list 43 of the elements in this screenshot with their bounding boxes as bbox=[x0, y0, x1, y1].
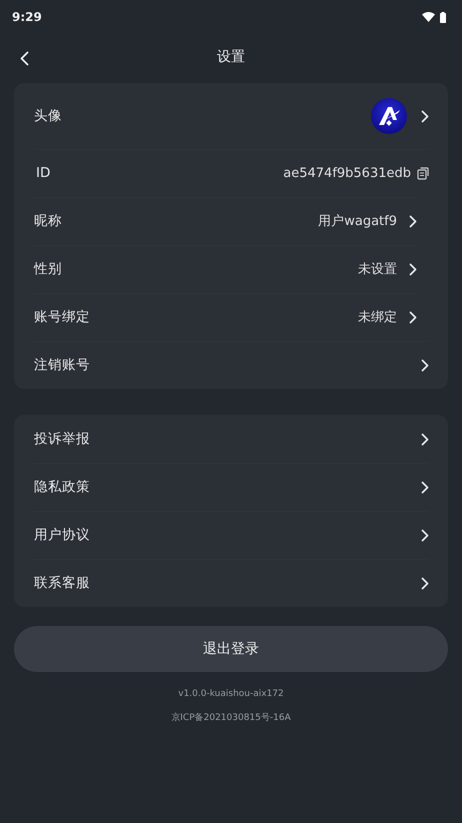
chevron-right-icon bbox=[421, 110, 429, 122]
settings-row[interactable]: ID ae5474f9b5631edb bbox=[16, 149, 448, 197]
settings-row[interactable]: 隐私政策 bbox=[14, 463, 448, 511]
page-title: 设置 bbox=[217, 48, 245, 66]
setting-label: ID bbox=[36, 165, 52, 181]
logout-button[interactable]: 退出登录 bbox=[14, 626, 448, 672]
setting-value: 未设置 bbox=[358, 261, 397, 278]
setting-label: 性别 bbox=[34, 260, 63, 278]
chevron-right-icon bbox=[421, 576, 429, 590]
setting-label: 昵称 bbox=[34, 212, 63, 230]
setting-label: 用户协议 bbox=[34, 526, 91, 544]
id-value: ae5474f9b5631edb bbox=[283, 166, 411, 180]
setting-label: 注销账号 bbox=[34, 356, 91, 374]
settings-row[interactable]: 注销账号 bbox=[14, 341, 448, 389]
icp-text: 京ICP备2021030815号-16A bbox=[170, 712, 292, 724]
chevron-right-icon bbox=[409, 262, 417, 276]
chevron-right-icon bbox=[409, 310, 417, 324]
setting-value: 未绑定 bbox=[358, 309, 397, 326]
chevron-right-icon bbox=[409, 214, 417, 228]
settings-row[interactable]: 投诉举报 bbox=[14, 415, 448, 463]
wifi-icon bbox=[422, 12, 435, 22]
settings-row[interactable]: 头像 bbox=[14, 83, 448, 149]
chevron-right-icon bbox=[421, 358, 429, 372]
settings-row[interactable]: 联系客服 bbox=[14, 559, 448, 607]
back-icon[interactable] bbox=[20, 51, 29, 66]
settings-row[interactable]: 昵称 用户wagatf9 bbox=[14, 197, 436, 245]
chevron-right-icon bbox=[421, 528, 429, 542]
setting-label: 隐私政策 bbox=[34, 478, 91, 496]
settings-row[interactable]: 账号绑定 未绑定 bbox=[14, 293, 436, 341]
version-text: v1.0.0-kuaishou-aix172 bbox=[177, 689, 285, 699]
status-time: 9:29 bbox=[12, 10, 42, 24]
copy-icon[interactable] bbox=[417, 166, 429, 180]
setting-value: 用户wagatf9 bbox=[318, 213, 397, 230]
settings-row[interactable]: 性别 未设置 bbox=[14, 245, 436, 293]
chevron-right-icon bbox=[421, 432, 429, 446]
battery-icon bbox=[440, 12, 446, 22]
setting-label: 联系客服 bbox=[34, 574, 91, 592]
setting-label: 头像 bbox=[34, 107, 63, 125]
setting-label: 投诉举报 bbox=[34, 430, 91, 448]
chevron-right-icon bbox=[421, 480, 429, 494]
settings-row[interactable]: 用户协议 bbox=[14, 511, 448, 559]
avatar-logo-icon bbox=[371, 98, 407, 134]
setting-label: 账号绑定 bbox=[34, 308, 91, 326]
